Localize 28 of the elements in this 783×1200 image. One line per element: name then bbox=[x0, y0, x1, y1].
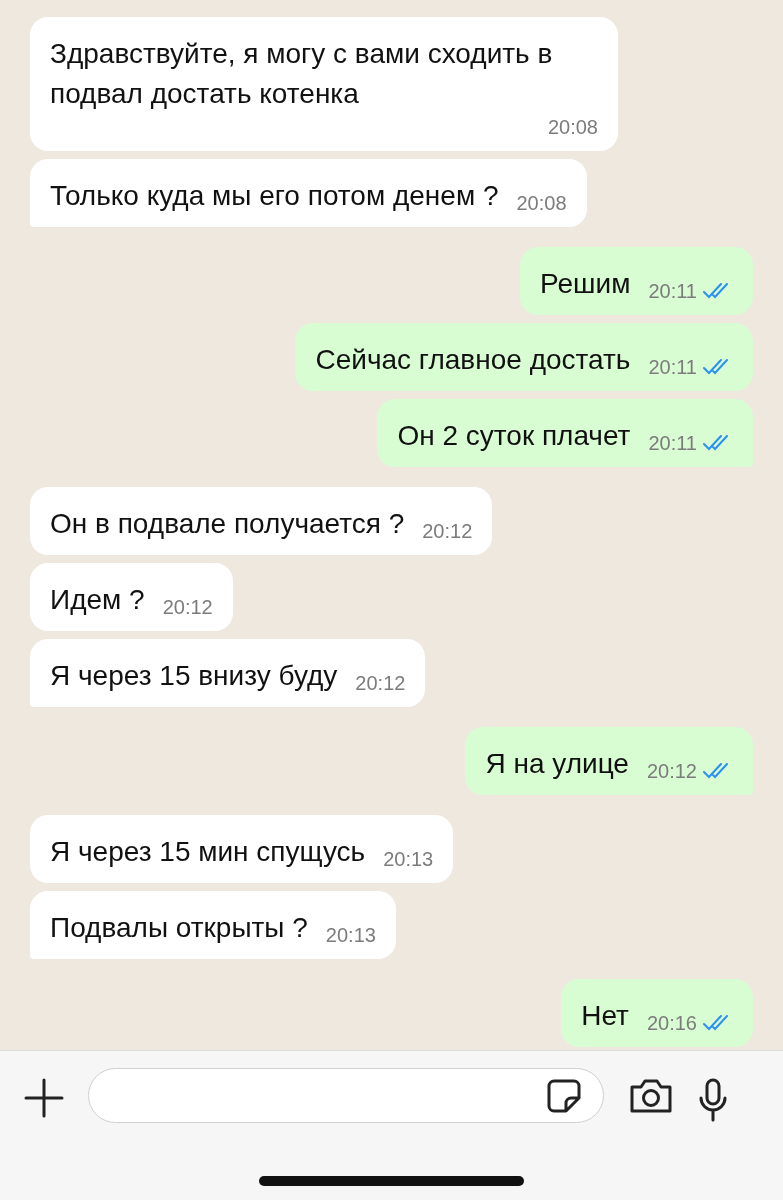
message-time: 20:16 bbox=[646, 1011, 697, 1036]
message-text: Идем ? bbox=[50, 583, 145, 617]
message-text: Решим bbox=[540, 267, 631, 301]
message-time: 20:12 bbox=[422, 519, 473, 544]
message-time: 20:11 bbox=[648, 431, 697, 456]
message-time: 20:08 bbox=[516, 191, 567, 216]
message-text: Он 2 суток плачет bbox=[397, 419, 631, 453]
message-time: 20:12 bbox=[646, 759, 697, 784]
message-time: 20:11 bbox=[648, 355, 697, 380]
message-text: Я через 15 внизу буду bbox=[50, 659, 338, 693]
message-time: 20:13 bbox=[325, 923, 376, 948]
sticker-icon[interactable] bbox=[546, 1078, 582, 1114]
microphone-icon[interactable] bbox=[698, 1078, 728, 1122]
message-text: Подвалы открыты ? bbox=[50, 911, 308, 945]
message-text: Сейчас главное достать bbox=[315, 343, 631, 377]
message-text: Нет bbox=[581, 999, 629, 1033]
message-text: Я через 15 мин спущусь bbox=[50, 835, 366, 869]
message-text: Он в подвале получается ? bbox=[50, 507, 405, 541]
camera-icon[interactable] bbox=[628, 1078, 674, 1114]
message-text: Я на улице bbox=[485, 747, 629, 781]
message-time: 20:11 bbox=[648, 279, 697, 304]
message-time: 20:13 bbox=[383, 847, 434, 872]
plus-icon[interactable] bbox=[24, 1078, 64, 1118]
message-time: 20:12 bbox=[355, 671, 406, 696]
message-text: Здравствуйте, я могу с вами сходить в подвал достать котенка bbox=[50, 37, 554, 111]
message-time: 20:08 bbox=[547, 115, 598, 140]
message-time: 20:12 bbox=[162, 595, 213, 620]
message-text: Только куда мы его потом денем ? bbox=[50, 179, 499, 213]
